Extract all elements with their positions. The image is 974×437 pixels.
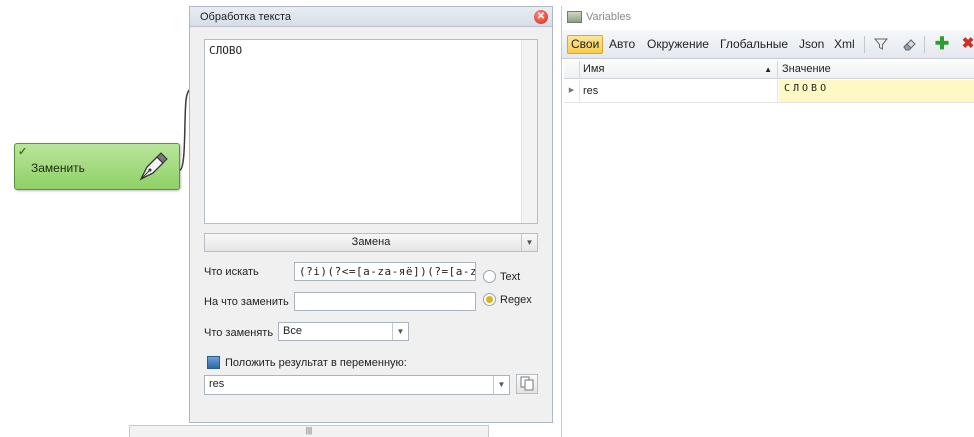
tab-json[interactable]: Json [796,35,827,54]
put-result-checkbox[interactable] [207,356,220,369]
column-value-label: Значение [782,63,831,75]
what-replace-select[interactable]: Все ▼ [278,322,409,341]
horizontal-scrollbar[interactable]: ||| [129,425,489,437]
column-value-header[interactable]: Значение [779,61,974,79]
dialog-title: Обработка текста [200,11,292,23]
mode-select[interactable]: Замена ▼ [204,233,538,252]
variables-icon [567,11,582,23]
text-processing-dialog: Обработка текста ✕ СЛОВО Замена ▼ Что ис… [189,6,553,423]
variables-title-bar: Variables [562,6,974,28]
variables-grid-header: Имя ▲ Значение [564,61,974,79]
row-expand-icon[interactable]: ▶ [564,80,580,102]
variables-title: Variables [586,11,632,23]
replace-input[interactable] [294,292,476,311]
scroll-grip-icon: ||| [305,426,313,435]
chevron-down-icon[interactable]: ▼ [521,234,537,251]
text-area-scrollbar[interactable] [521,40,537,223]
chevron-down-icon[interactable]: ▼ [493,376,509,394]
pen-nib-icon [139,152,168,181]
column-name-label: Имя [583,63,605,75]
action-block-replace[interactable]: ✓ Заменить [14,143,180,190]
workflow-canvas[interactable]: ✓ Заменить [0,0,192,437]
copy-button[interactable] [516,374,538,394]
find-input[interactable]: (?i)(?<=[a-za-яё])(?=[a-z [294,262,476,281]
mode-select-value: Замена [351,236,391,248]
table-row[interactable]: ▶ res СЛОВО [564,80,974,103]
tab-svoi[interactable]: Свои [567,35,604,54]
radio-text[interactable] [483,270,496,283]
toolbar-separator [864,36,865,53]
radio-regex-label: Regex [500,294,532,306]
result-var-select[interactable]: res ▼ [204,375,510,395]
put-result-label: Положить результат в переменную: [225,357,407,369]
radio-regex[interactable] [483,293,496,306]
replace-label: На что заменить [204,296,289,308]
action-block-label: Заменить [31,161,85,175]
sort-up-icon: ▲ [764,65,772,74]
text-content: СЛОВО [209,44,243,57]
tab-xml[interactable]: Xml [831,35,858,54]
connector-line [179,87,192,171]
what-replace-label: Что заменять [204,327,274,339]
variables-panel: Variables Свои Авто Окружение Глобальные… [561,6,974,437]
row-value-cell[interactable]: СЛОВО [779,80,974,102]
dialog-title-bar[interactable]: Обработка текста ✕ [190,7,552,27]
variables-toolbar: Свои Авто Окружение Глобальные Json Xml … [562,30,974,59]
delete-icon[interactable]: ✖ [960,36,974,52]
text-content-area[interactable]: СЛОВО [204,39,538,224]
toolbar-separator [924,36,925,53]
row-header-cell [564,61,580,79]
tab-okruzhenie[interactable]: Окружение [644,35,712,54]
tab-avto[interactable]: Авто [606,35,638,54]
add-icon[interactable]: ✚ [934,35,950,52]
chevron-down-icon[interactable]: ▼ [392,323,408,340]
what-replace-value: Все [283,325,302,337]
check-icon: ✓ [18,146,28,158]
result-var-value: res [209,378,225,390]
tab-globalnye[interactable]: Глобальные [717,35,791,54]
row-name-cell[interactable]: res [581,80,778,102]
find-label: Что искать [204,266,259,278]
find-input-value: (?i)(?<=[a-za-яё])(?=[a-z [299,265,476,278]
column-name-header[interactable]: Имя ▲ [581,61,778,79]
filter-icon[interactable] [873,36,889,52]
radio-text-label: Text [500,271,521,283]
copy-icon [520,376,534,391]
eraser-icon[interactable] [901,36,917,52]
close-icon[interactable]: ✕ [534,10,548,24]
